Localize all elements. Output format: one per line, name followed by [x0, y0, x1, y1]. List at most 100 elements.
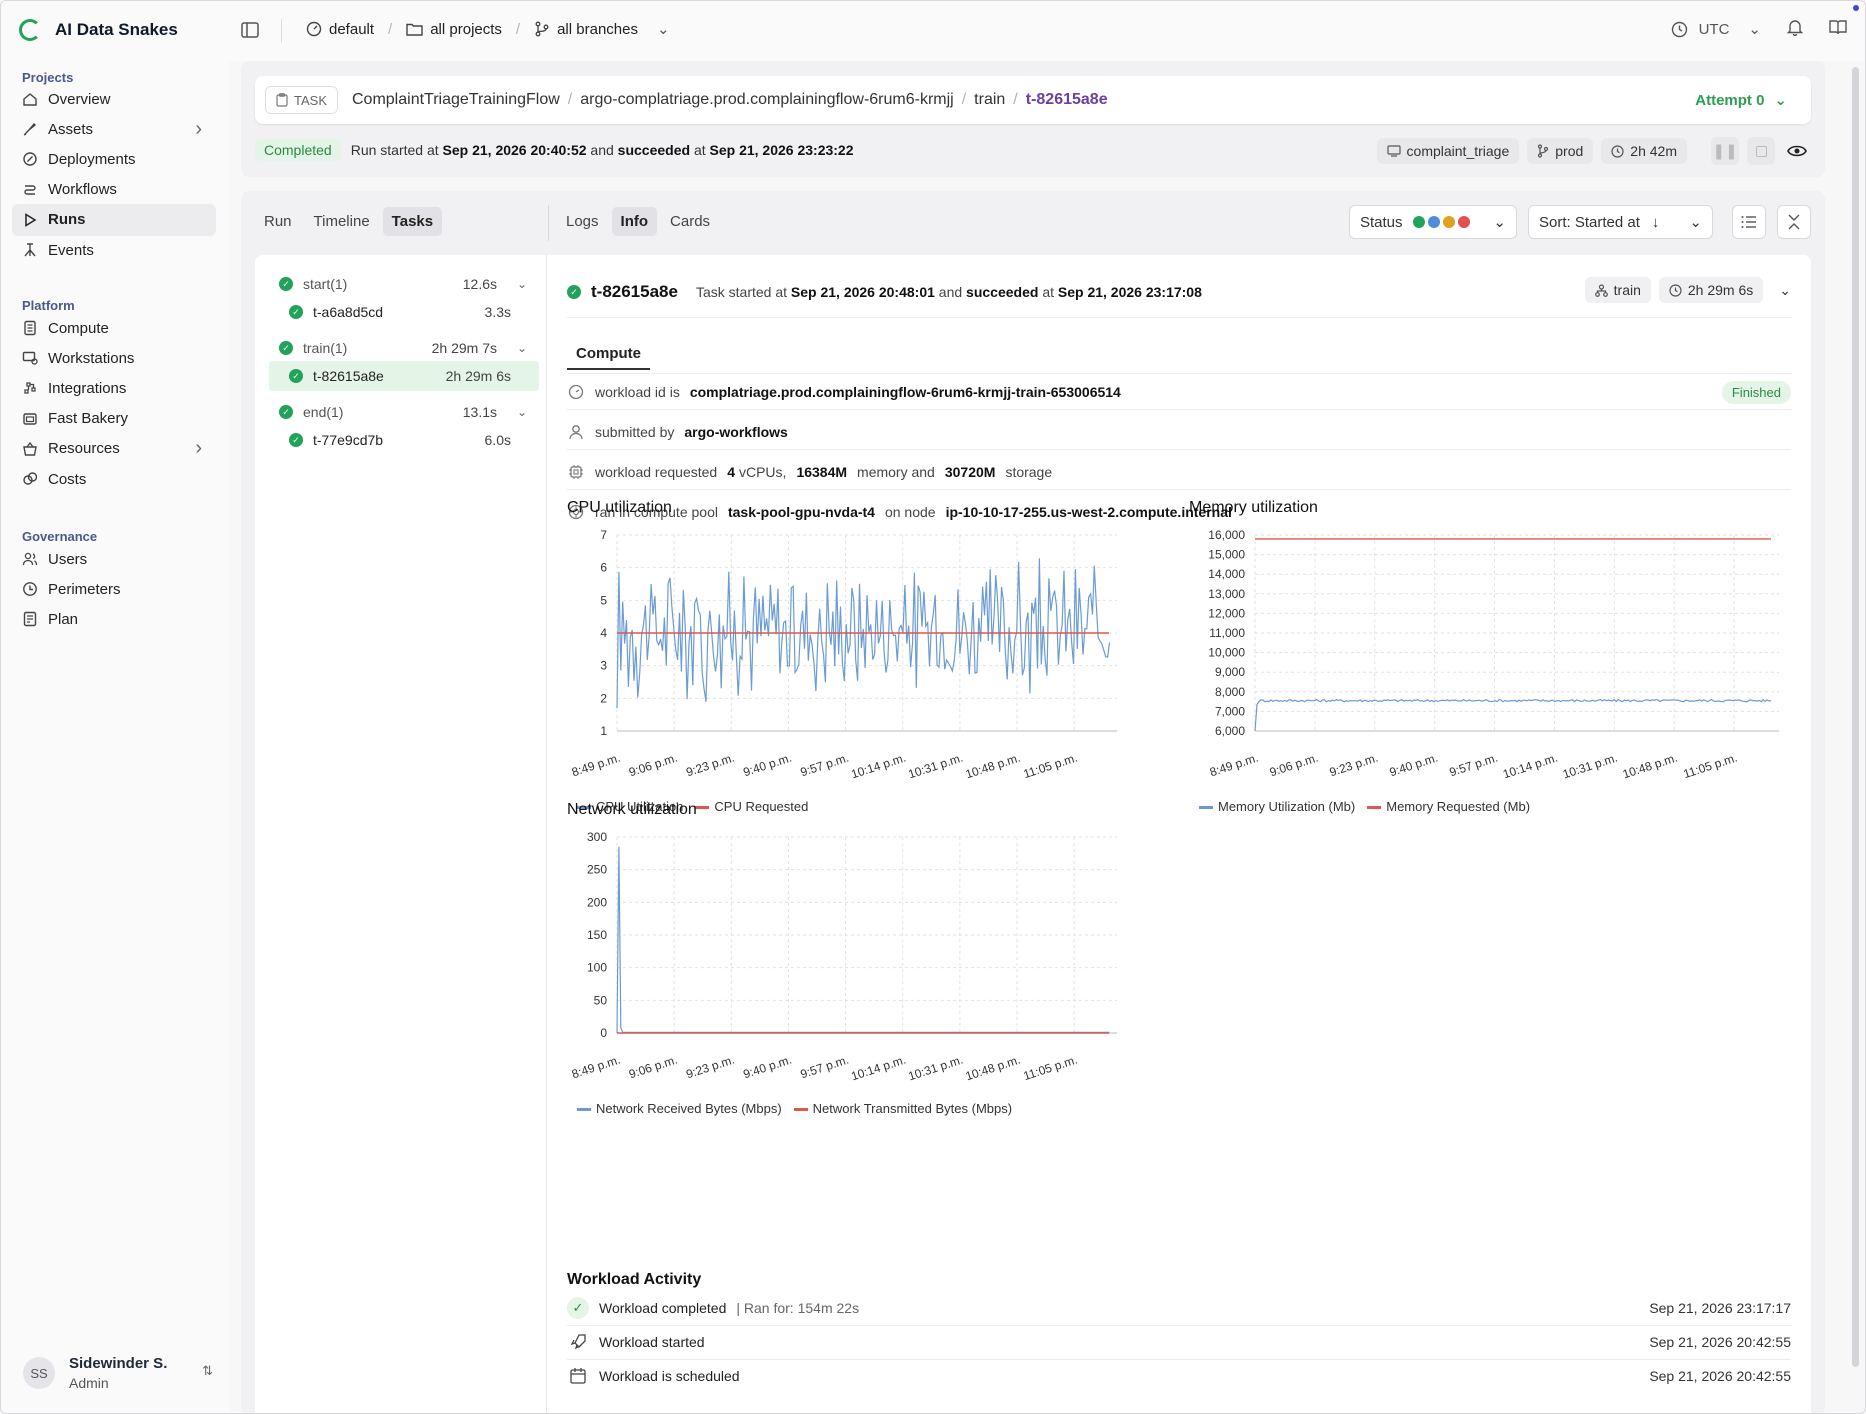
sidebar-item-integrations[interactable]: Integrations [12, 372, 216, 404]
list-view-button[interactable] [1732, 205, 1766, 239]
sidebar-item-events[interactable]: Events [12, 234, 216, 266]
branch-pill[interactable]: prod [1527, 138, 1594, 164]
task-tree-item[interactable]: ✓ t-82615a8e 2h 29m 6s [269, 361, 539, 391]
sidebar-item-runs[interactable]: Runs [12, 203, 216, 236]
sidebar-item-workstations[interactable]: Workstations [12, 342, 216, 374]
project-pill[interactable]: complaint_triage [1376, 138, 1520, 164]
nav-section-title: Platform [22, 298, 75, 313]
legend-item[interactable]: Network Transmitted Bytes (Mbps) [793, 1101, 1012, 1116]
chevron-down-icon[interactable]: ⌄ [517, 341, 527, 355]
chevron-down-icon[interactable]: ⌄ [1779, 282, 1791, 299]
chevron-down-icon[interactable]: ⌄ [517, 405, 527, 419]
watch-button[interactable] [1783, 137, 1811, 165]
sidebar-item-workflows[interactable]: Workflows [12, 174, 216, 206]
bell-icon[interactable] [1786, 18, 1804, 40]
status-filter[interactable]: Status ⌄ [1349, 205, 1517, 239]
tree-item-name: t-77e9cd7b [313, 432, 384, 448]
task-tree-item[interactable]: ✓ t-a6a8d5cd 3.3s [269, 297, 539, 327]
task-text: Task started at [695, 284, 788, 300]
sidebar-item-plan[interactable]: Plan [12, 603, 216, 635]
sidebar-item-deployments[interactable]: Deployments [12, 143, 216, 175]
task-detail: ✓ t-82615a8e Task started at Sep 21, 202… [547, 255, 1811, 1413]
clipboard-icon [276, 93, 288, 107]
breadcrumb-step[interactable]: train [974, 91, 1005, 109]
sidebar-item-resources[interactable]: Resources › [12, 433, 216, 465]
step-tree-item[interactable]: ✓ start(1) 12.6s ⌄ [269, 269, 539, 299]
timezone-select[interactable]: UTC ⌄ [1671, 20, 1761, 38]
user-info: Sidewinder S. Admin [69, 1355, 167, 1391]
sidebar-item-assets[interactable]: Assets › [12, 113, 216, 145]
status-dot-icon [1442, 216, 1455, 228]
legend-item[interactable]: Network Received Bytes (Mbps) [577, 1101, 782, 1116]
scope-projects-label: all projects [430, 20, 502, 38]
scope-projects[interactable]: all projects [406, 21, 502, 38]
tab-run[interactable]: Run [255, 207, 301, 236]
tab-info[interactable]: Info [611, 207, 658, 236]
y-tick-label: 12,000 [1208, 606, 1245, 620]
tab-cards[interactable]: Cards [661, 207, 719, 236]
user-menu[interactable]: SS Sidewinder S. Admin ⇅ [23, 1351, 213, 1395]
tree-item-duration: 13.1s [462, 404, 497, 420]
tab-logs[interactable]: Logs [557, 207, 608, 236]
task-duration-pill: 2h 29m 6s [1658, 277, 1764, 303]
page-scrollbar[interactable] [1852, 67, 1859, 1367]
collapse-button[interactable] [1777, 205, 1811, 239]
legend-swatch [1199, 806, 1213, 810]
sidebar-item-fast-bakery[interactable]: Fast Bakery [12, 403, 216, 435]
deployments-icon [22, 151, 38, 167]
pause-button[interactable]: ❚❚ [1711, 137, 1739, 165]
scope-breadcrumb: default / all projects / all branches ⌄ [306, 20, 670, 38]
activity-row: Workload is scheduled Sep 21, 2026 20:42:… [567, 1359, 1791, 1393]
task-tree-item[interactable]: ✓ t-77e9cd7b 6.0s [269, 425, 539, 455]
breadcrumb-flow[interactable]: ComplaintTriageTrainingFlow [352, 91, 560, 109]
sidebar-item-users[interactable]: Users [12, 543, 216, 575]
chevron-down-icon[interactable]: ⌄ [517, 277, 527, 291]
docs-book-icon[interactable] [1829, 19, 1847, 39]
legend-item[interactable]: Memory Utilization (Mb) [1199, 799, 1355, 814]
sidebar-item-perimeters[interactable]: Perimeters [12, 573, 216, 605]
tab-tasks[interactable]: Tasks [382, 207, 443, 236]
x-tick-label: 9:23 p.m. [684, 1053, 736, 1082]
tab-timeline[interactable]: Timeline [305, 207, 379, 236]
tree-item-duration: 2h 29m 6s [445, 368, 511, 384]
success-check-icon: ✓ [567, 285, 581, 299]
y-tick-label: 8,000 [1215, 685, 1245, 699]
step-pill[interactable]: train [1584, 277, 1651, 303]
legend-item[interactable]: Memory Requested (Mb) [1367, 799, 1530, 814]
y-tick-label: 6 [600, 561, 607, 575]
breadcrumb-run[interactable]: argo-complatriage.prod.complainingflow-6… [580, 91, 953, 109]
step-tree-item[interactable]: ✓ end(1) 13.1s ⌄ [269, 397, 539, 427]
step-pill-label: train [1613, 282, 1641, 298]
sidebar-item-compute[interactable]: Compute [12, 312, 216, 344]
x-tick-label: 9:06 p.m. [627, 1053, 679, 1082]
sidebar-item-costs[interactable]: Costs [12, 463, 216, 495]
y-tick-label: 50 [594, 993, 608, 1007]
success-check-icon: ✓ [279, 277, 293, 291]
scope-branches[interactable]: all branches ⌄ [534, 20, 670, 38]
sidebar-toggle-icon[interactable] [239, 19, 261, 41]
tree-item-duration: 6.0s [484, 432, 511, 448]
sidebar-item-overview[interactable]: Overview [12, 83, 216, 115]
workload-id: complatriage.prod.complainingflow-6rum6-… [689, 384, 1121, 400]
step-tree-item[interactable]: ✓ train(1) 2h 29m 7s ⌄ [269, 333, 539, 363]
tab-compute[interactable]: Compute [567, 339, 650, 370]
stop-button[interactable] [1747, 137, 1775, 165]
task-tag-label: TASK [294, 92, 327, 108]
chart-1: Memory utilization 6,000 7,000 8,000 9,000 10… [1189, 499, 1789, 819]
y-tick-label: 15,000 [1208, 548, 1245, 562]
scope-default[interactable]: default [306, 21, 374, 38]
sort-select[interactable]: Sort: Started at ↓ ⌄ [1528, 205, 1713, 239]
x-tick-label: 8:49 p.m. [570, 751, 622, 780]
brand[interactable]: AI Data Snakes [19, 19, 178, 41]
y-tick-label: 200 [587, 895, 607, 909]
y-tick-label: 7,000 [1215, 704, 1245, 718]
costs-icon [22, 471, 38, 487]
tree-item-name: start(1) [303, 276, 348, 292]
attempt-select[interactable]: Attempt 0 ⌄ [1695, 91, 1787, 110]
branch-icon [1538, 144, 1549, 158]
runs-icon [22, 212, 38, 228]
chart-legend: Memory Utilization (Mb) Memory Requested … [1199, 799, 1530, 814]
task-succeeded-word: succeeded [966, 284, 1039, 300]
task-detail-header: ✓ t-82615a8e Task started at Sep 21, 202… [567, 275, 1791, 309]
crumb-separator: / [1013, 91, 1018, 108]
